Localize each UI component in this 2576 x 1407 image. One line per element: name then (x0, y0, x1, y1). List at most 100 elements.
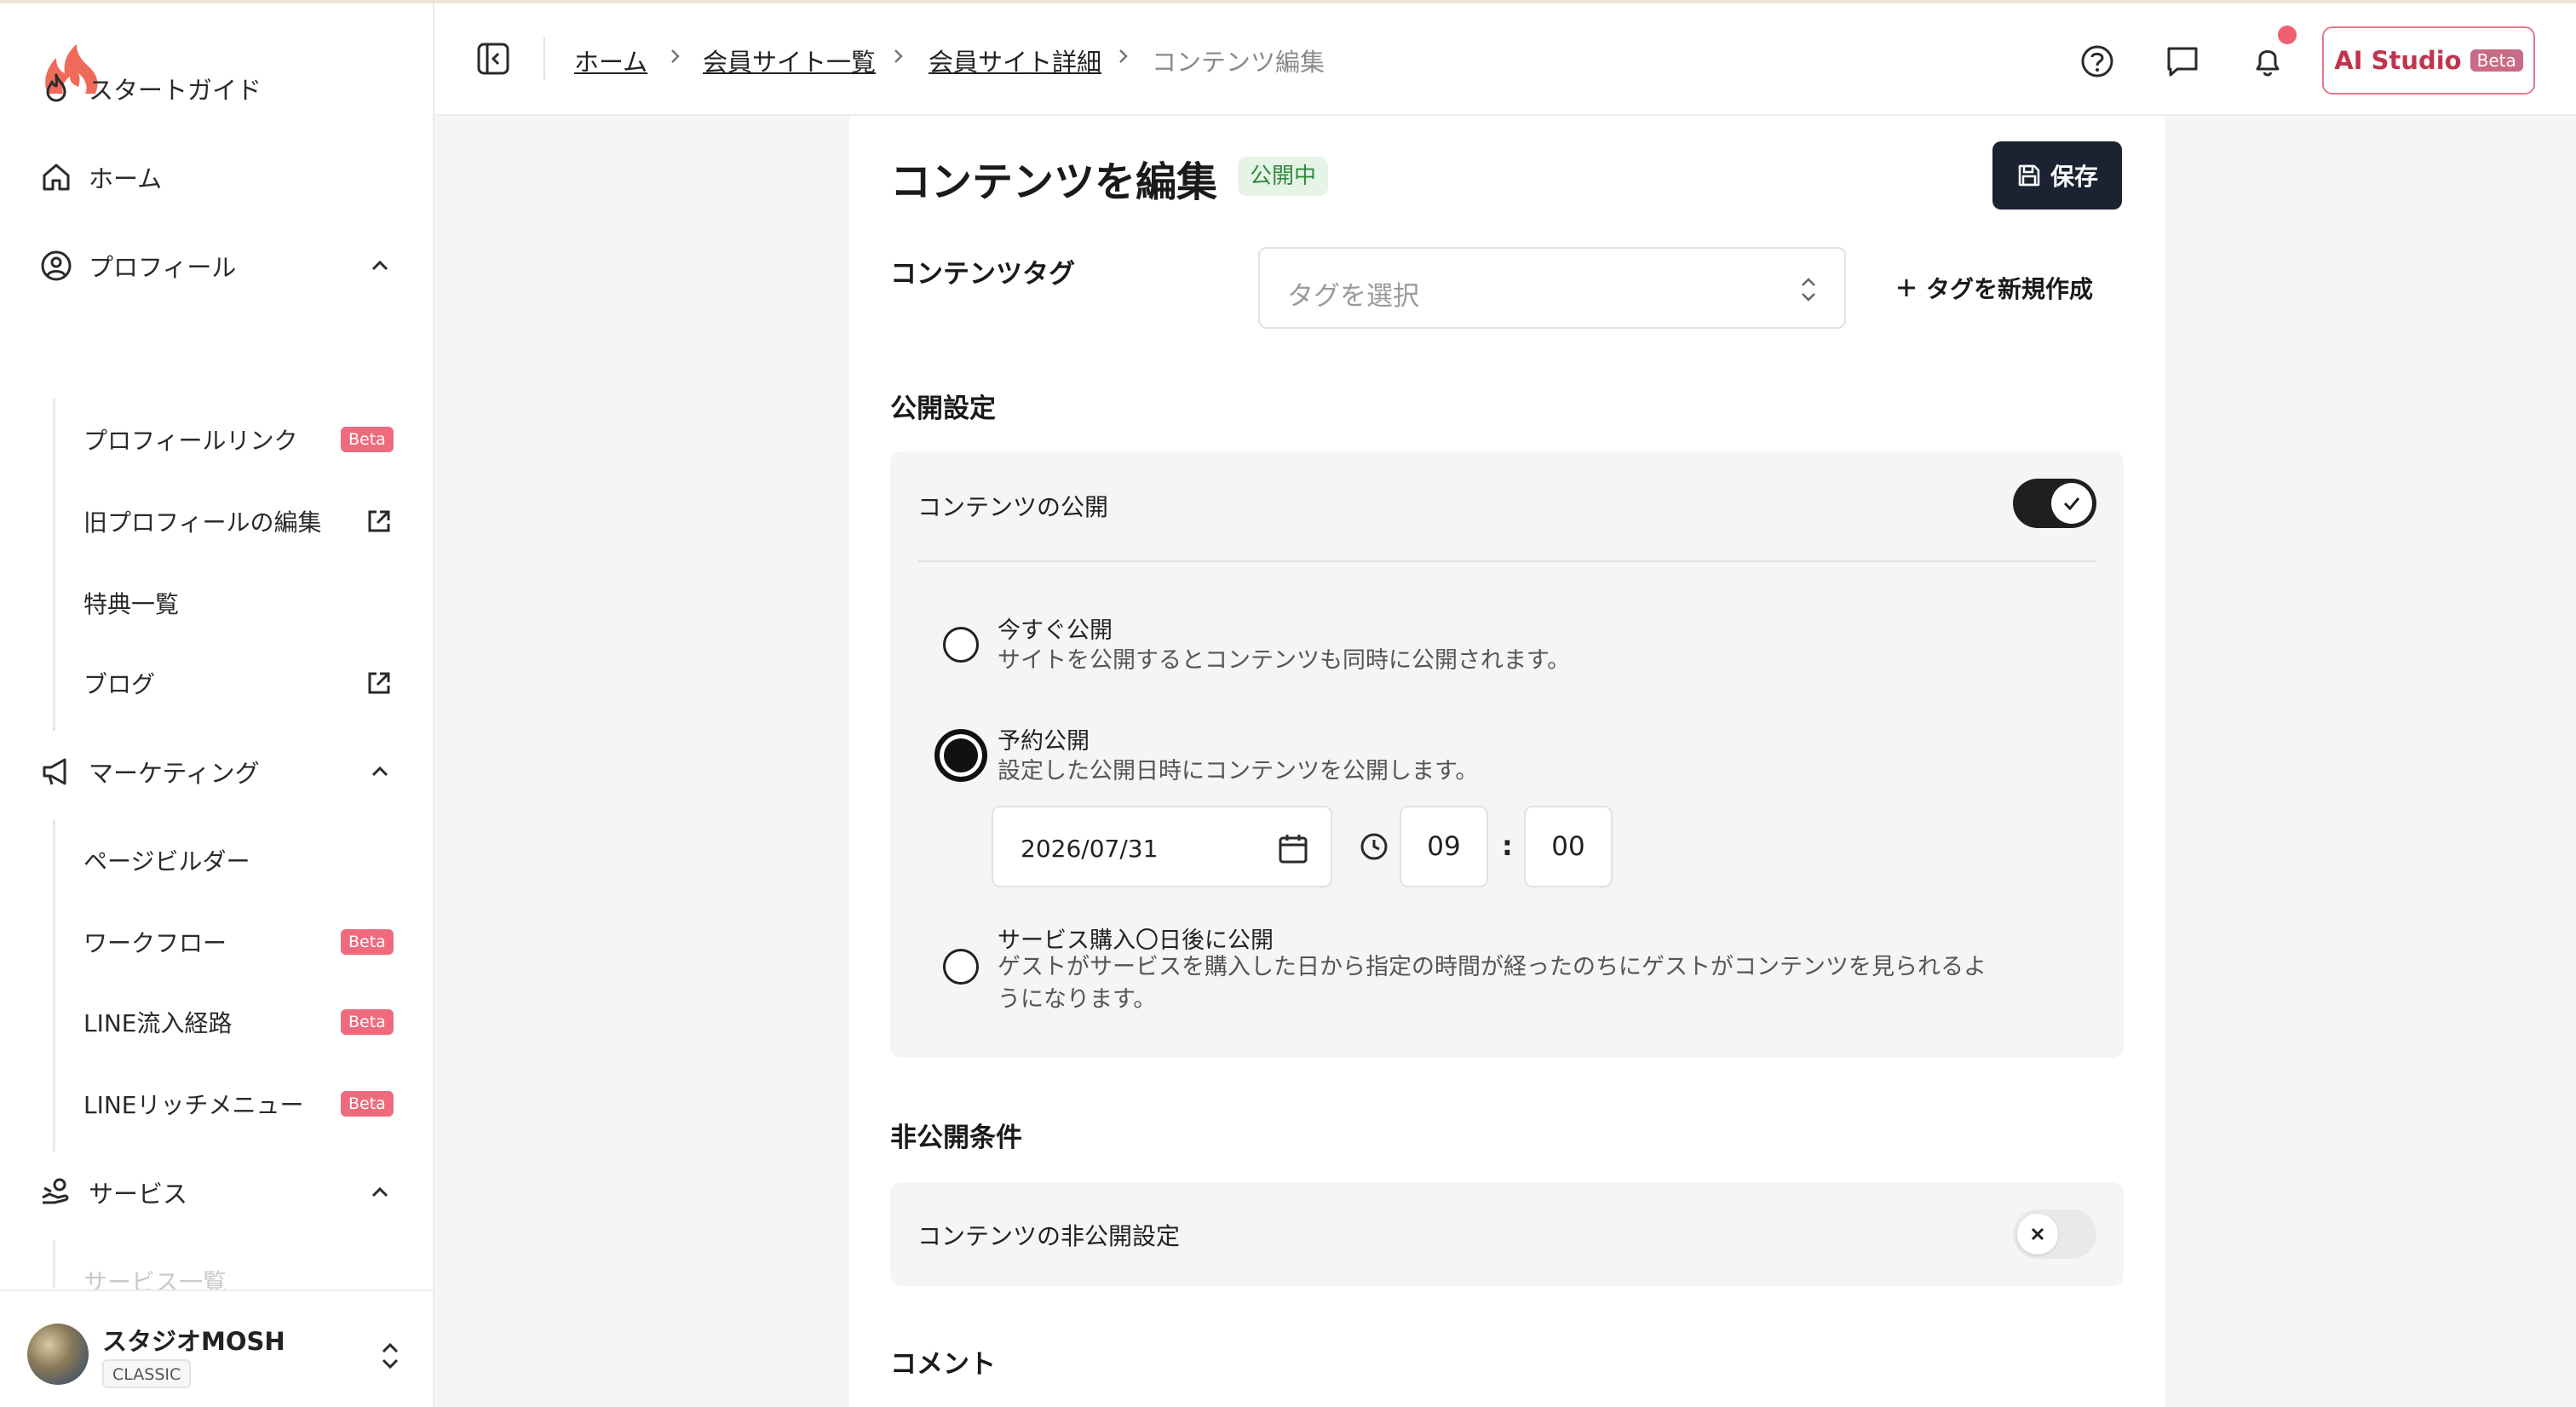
sidebar-subitem-workflow[interactable]: ワークフロー Beta (0, 908, 434, 976)
publish-hour-input[interactable]: 09 (1400, 806, 1488, 887)
unpublish-panel: コンテンツの非公開設定 (890, 1182, 2124, 1286)
sidebar-subitem-label: ワークフロー (83, 929, 227, 957)
beta-badge: Beta (341, 427, 394, 452)
sidebar-subitem-label: LINEリッチメニュー (83, 1091, 304, 1119)
help-icon[interactable] (2079, 43, 2116, 80)
sidebar-subitem-line-rich-menu[interactable]: LINEリッチメニュー Beta (0, 1070, 434, 1138)
sidebar-item-label: サービス (89, 1180, 188, 1209)
sidebar-subitem-profile-link[interactable]: プロフィールリンク Beta (0, 405, 434, 474)
account-switcher[interactable]: スタジオMOSH CLASSIC (0, 1289, 433, 1407)
chevron-up-icon[interactable] (366, 252, 394, 279)
tag-select[interactable]: タグを選択 (1258, 247, 1846, 329)
unpublish-conditions-heading: 非公開条件 (890, 1123, 1022, 1153)
sidebar-item-home[interactable]: ホーム (0, 143, 434, 211)
beta-badge: Beta (341, 929, 394, 955)
plus-icon (1898, 279, 1915, 296)
sidebar-subitem-label: 旧プロフィールの編集 (83, 508, 322, 537)
external-link-icon (368, 510, 390, 532)
publish-toggle-label: コンテンツの公開 (917, 493, 1109, 521)
sidebar-subitem-label: ページビルダー (83, 847, 250, 876)
after-purchase-desc-1: ゲストがサービスを購入した日から指定の時間が経ったのちにゲストがコンテンツを見ら… (998, 954, 1987, 980)
sidebar-item-service[interactable]: サービス (0, 1158, 434, 1226)
beta-badge: Beta (341, 1009, 394, 1035)
chevron-up-down-icon[interactable] (375, 1339, 405, 1373)
sidebar-subitem-label: プロフィールリンク (83, 427, 298, 455)
unpublish-toggle[interactable] (2013, 1209, 2096, 1259)
sidebar: スタートガイド ホーム プロフィール プロフィールリンク Beta 旧プロフィー… (0, 3, 434, 1407)
sidebar-subitem-label: LINE流入経路 (83, 1009, 233, 1037)
unpublish-toggle-label: コンテンツの非公開設定 (917, 1222, 1181, 1250)
ai-studio-button[interactable]: AI Studio Beta (2322, 26, 2535, 95)
calendar-icon[interactable] (1276, 831, 1310, 865)
hand-coin-icon (42, 1178, 69, 1204)
publish-settings-heading: 公開設定 (890, 393, 996, 424)
submenu-rail (53, 1240, 55, 1288)
scheduled-publish-title: 予約公開 (998, 728, 1090, 755)
top-header: ホーム 会員サイト一覧 会員サイト詳細 コンテンツ編集 AI Studio Be… (434, 3, 2576, 116)
save-label: 保存 (2050, 163, 2098, 191)
status-badge: 公開中 (1238, 157, 1329, 196)
page-title: コンテンツを編集 (890, 158, 1218, 206)
breadcrumb-member-sites[interactable]: 会員サイト一覧 (703, 43, 876, 78)
sidebar-subitem-page-builder[interactable]: ページビルダー (0, 826, 434, 894)
account-name: スタジオMOSH (102, 1327, 285, 1356)
sidebar-item-start-guide[interactable]: スタートガイド (0, 55, 434, 123)
create-tag-button[interactable]: タグを新規作成 (1895, 271, 2093, 305)
sidebar-subitem-label: 特典一覧 (83, 590, 180, 618)
save-icon (2018, 164, 2040, 187)
breadcrumb-home[interactable]: ホーム (574, 43, 647, 78)
comment-heading: コメント (890, 1349, 996, 1380)
flame-icon (46, 73, 66, 102)
sidebar-collapse-icon[interactable] (475, 41, 511, 77)
panel-divider (917, 560, 2096, 562)
publish-date-value: 2026/07/31 (1021, 835, 1159, 863)
publish-toggle[interactable] (2013, 479, 2096, 528)
ai-studio-label: AI Studio (2334, 46, 2462, 75)
megaphone-icon (43, 758, 66, 785)
chevron-up-icon[interactable] (366, 758, 394, 785)
bell-icon[interactable] (2249, 43, 2286, 80)
after-purchase-radio[interactable] (943, 949, 979, 985)
sidebar-subitem-blog[interactable]: ブログ (0, 649, 434, 717)
sidebar-subitem-label: ブログ (83, 670, 156, 698)
check-icon (2063, 497, 2080, 511)
publish-settings-panel: コンテンツの公開 今すぐ公開 サイトを公開するとコンテンツも同時に公開されます。… (890, 451, 2124, 1058)
home-icon (43, 164, 70, 191)
publish-minute-input[interactable]: 00 (1524, 806, 1613, 887)
chevron-up-down-icon (1802, 278, 1815, 302)
sidebar-subitem-old-profile-edit[interactable]: 旧プロフィールの編集 (0, 487, 434, 555)
user-circle-icon (41, 250, 72, 281)
breadcrumb-current: コンテンツ編集 (1152, 48, 1325, 77)
close-icon (2031, 1227, 2044, 1241)
publish-now-title: 今すぐ公開 (998, 617, 1113, 644)
chevron-right-icon (1119, 49, 1128, 63)
content-edit-card: コンテンツを編集 公開中 保存 コンテンツタグ タグを選択 タグを新規作成 公開… (849, 116, 2165, 1407)
external-link-icon (368, 672, 390, 694)
scheduled-publish-radio[interactable] (934, 729, 987, 782)
scheduled-publish-desc: 設定した公開日時にコンテンツを公開します。 (998, 758, 1479, 784)
toggle-knob (2051, 483, 2092, 524)
chevron-right-icon (671, 49, 680, 63)
save-button[interactable]: 保存 (1992, 141, 2122, 210)
sidebar-subitem-benefits[interactable]: 特典一覧 (0, 569, 434, 637)
chat-icon[interactable] (2164, 43, 2201, 80)
sidebar-item-marketing[interactable]: マーケティング (0, 738, 434, 806)
avatar (27, 1324, 89, 1385)
content-tag-label: コンテンツタグ (890, 259, 1075, 290)
toggle-knob (2017, 1214, 2058, 1255)
header-divider (543, 37, 545, 80)
plan-badge: CLASSIC (102, 1359, 192, 1388)
sidebar-item-label: スタートガイド (89, 76, 262, 105)
publish-date-field[interactable]: 2026/07/31 (992, 806, 1332, 887)
sidebar-item-label: マーケティング (89, 759, 260, 788)
publish-now-radio[interactable] (943, 627, 979, 663)
create-tag-label: タグを新規作成 (1926, 275, 2094, 303)
breadcrumb-member-site-detail[interactable]: 会員サイト詳細 (929, 43, 1101, 78)
sidebar-item-profile[interactable]: プロフィール (0, 232, 434, 300)
time-separator: : (1502, 830, 1513, 862)
beta-badge: Beta (341, 1091, 394, 1117)
chevron-up-icon[interactable] (366, 1179, 394, 1206)
after-purchase-desc-2: うになります。 (998, 986, 1157, 1013)
chevron-right-icon (894, 49, 903, 63)
sidebar-subitem-line-route[interactable]: LINE流入経路 Beta (0, 988, 434, 1056)
